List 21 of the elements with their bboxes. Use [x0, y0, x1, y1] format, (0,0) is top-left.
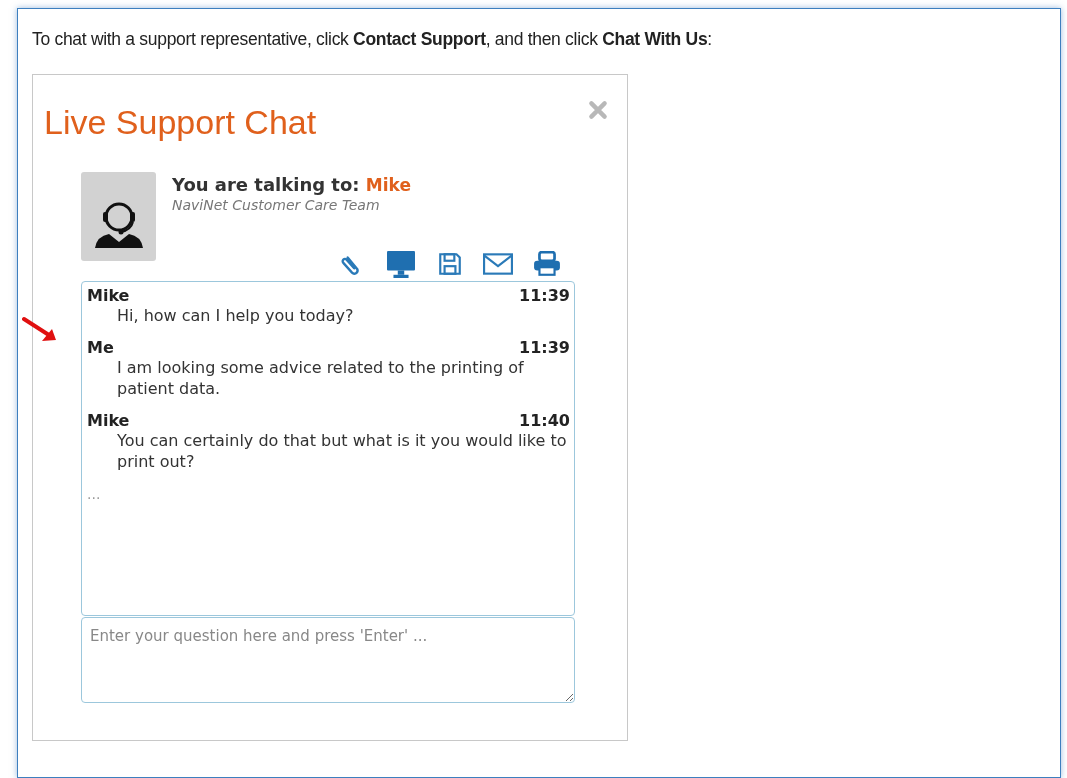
message-text: Hi, how can I help you today? — [116, 305, 355, 326]
message-sender: Mike — [87, 286, 130, 305]
message-sender: Mike — [87, 411, 130, 430]
save-icon[interactable] — [437, 251, 463, 277]
chat-title: Live Support Chat — [44, 103, 317, 142]
team-name: NaviNet Customer Care Team — [172, 197, 381, 213]
instruction-text: To chat with a support representative, click Contact Support, and then click Chat With Us: — [32, 29, 713, 50]
message-sender: Me — [87, 338, 114, 357]
message-time: 11:39 — [519, 286, 570, 305]
print-icon[interactable] — [533, 251, 561, 277]
mail-icon[interactable] — [483, 252, 513, 276]
ellipsis-text: ... — [87, 486, 102, 502]
message-time: 11:40 — [519, 411, 570, 430]
talking-to-label: You are talking to: — [172, 174, 360, 195]
agent-name: Mike — [365, 175, 411, 195]
message-text: You can certainly do that but what is it you would like to print out? — [116, 430, 568, 472]
message-time: 11:39 — [519, 338, 570, 357]
message-text: I am looking some advice related to the printing of patient data. — [116, 357, 525, 399]
question-input-field[interactable]: Enter your question here and press 'Enter' ... — [81, 617, 575, 703]
support-agent-avatar-icon — [81, 172, 156, 261]
monitor-icon[interactable] — [385, 250, 417, 278]
